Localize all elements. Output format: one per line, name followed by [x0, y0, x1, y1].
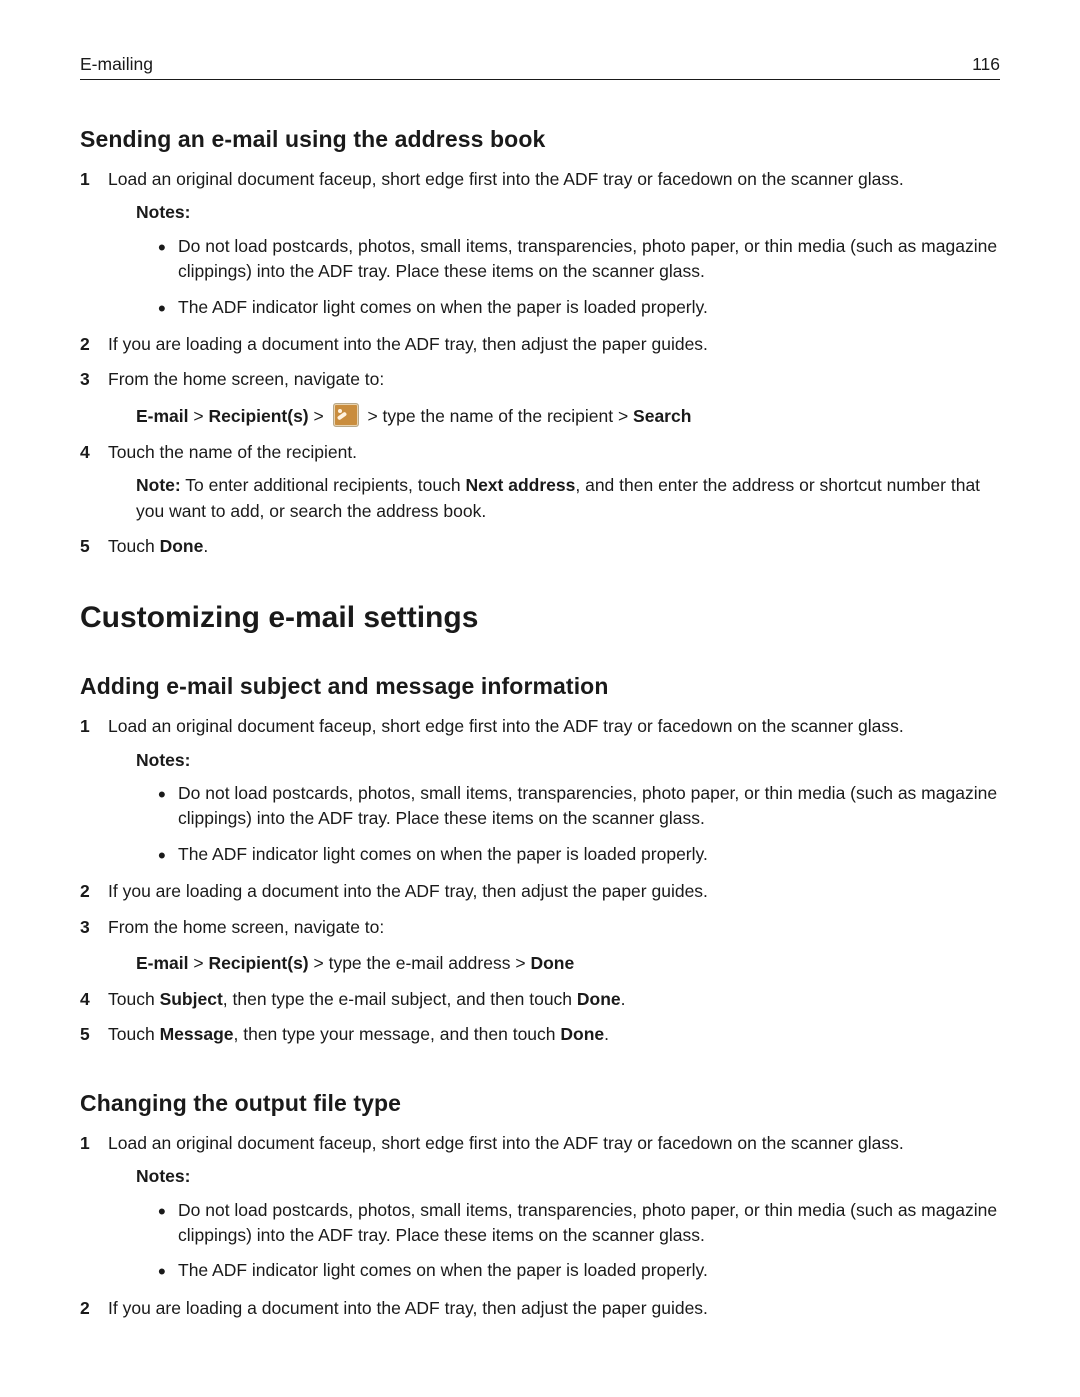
step-text: From the home screen, navigate to: [108, 917, 384, 937]
notes-label: Notes: [136, 1164, 1000, 1189]
heading-adding-subject-message: Adding e-mail subject and message inform… [80, 673, 1000, 700]
step: From the home screen, navigate to: E-mai… [80, 915, 1000, 978]
note-bold: Next address [465, 475, 575, 495]
header-page-number: 116 [972, 54, 1000, 75]
steps-list: Load an original document faceup, short … [80, 1131, 1000, 1321]
heading-changing-output-file-type: Changing the output file type [80, 1090, 1000, 1117]
step-text: , then type your message, and then touch [234, 1024, 561, 1044]
steps-list: Load an original document faceup, short … [80, 167, 1000, 559]
nav-search: Search [633, 406, 691, 426]
step-text: Load an original document faceup, short … [108, 716, 904, 736]
breadcrumb-nav: E-mail > Recipient(s) > type the e-mail … [136, 950, 1000, 977]
note-callout: Note: To enter additional recipients, to… [136, 473, 1000, 524]
step: If you are loading a document into the A… [80, 1296, 1000, 1321]
step-bold: Done [560, 1024, 604, 1044]
heading-sending-email-address-book: Sending an e-mail using the address book [80, 126, 1000, 153]
step: Load an original document faceup, short … [80, 167, 1000, 320]
notes-label: Notes: [136, 748, 1000, 773]
note-item: Do not load postcards, photos, small ite… [158, 781, 1000, 832]
note-lead: Note: [136, 475, 181, 495]
step-bold: Done [577, 989, 621, 1009]
page-header: E-mailing 116 [80, 54, 1000, 80]
step: Touch the name of the recipient. Note: T… [80, 440, 1000, 524]
notes-list: Do not load postcards, photos, small ite… [158, 1198, 1000, 1284]
step: Touch Subject, then type the e-mail subj… [80, 987, 1000, 1012]
step-text: . [604, 1024, 609, 1044]
step-text: From the home screen, navigate to: [108, 369, 384, 389]
nav-email: E-mail [136, 953, 189, 973]
nav-sep: > [189, 406, 209, 426]
breadcrumb-nav: E-mail > Recipient(s) > > type the name … [136, 403, 1000, 430]
step-text: Load an original document faceup, short … [108, 169, 904, 189]
nav-sep: > [189, 953, 209, 973]
steps-list: Load an original document faceup, short … [80, 714, 1000, 1048]
step-text: Touch [108, 536, 160, 556]
step: If you are loading a document into the A… [80, 879, 1000, 904]
note-item: The ADF indicator light comes on when th… [158, 295, 1000, 320]
header-section: E-mailing [80, 54, 153, 75]
nav-recipients: Recipient(s) [208, 406, 308, 426]
step: Touch Message, then type your message, a… [80, 1022, 1000, 1047]
step-text: , then type the e-mail subject, and then… [223, 989, 577, 1009]
nav-done: Done [530, 953, 574, 973]
step-bold: Message [160, 1024, 234, 1044]
nav-text: > type the e-mail address > [309, 953, 531, 973]
nav-recipients: Recipient(s) [208, 953, 308, 973]
step-text: Load an original document faceup, short … [108, 1133, 904, 1153]
step: From the home screen, navigate to: E-mai… [80, 367, 1000, 430]
nav-sep: > [309, 406, 329, 426]
step-bold: Done [160, 536, 204, 556]
note-text: To enter additional recipients, touch [181, 475, 466, 495]
step-text: Touch the name of the recipient. [108, 442, 357, 462]
step-text: Touch [108, 1024, 160, 1044]
note-item: The ADF indicator light comes on when th… [158, 842, 1000, 867]
step-text: . [621, 989, 626, 1009]
notes-list: Do not load postcards, photos, small ite… [158, 234, 1000, 320]
step-text: Touch [108, 989, 160, 1009]
note-item: The ADF indicator light comes on when th… [158, 1258, 1000, 1283]
heading-customizing-email-settings: Customizing e-mail settings [80, 601, 1000, 635]
address-book-icon [333, 403, 359, 427]
step: If you are loading a document into the A… [80, 332, 1000, 357]
note-item: Do not load postcards, photos, small ite… [158, 1198, 1000, 1249]
nav-email: E-mail [136, 406, 189, 426]
step-text: . [203, 536, 208, 556]
notes-list: Do not load postcards, photos, small ite… [158, 781, 1000, 867]
note-item: Do not load postcards, photos, small ite… [158, 234, 1000, 285]
step: Touch Done. [80, 534, 1000, 559]
nav-text: > type the name of the recipient > [363, 406, 633, 426]
step: Load an original document faceup, short … [80, 1131, 1000, 1284]
notes-label: Notes: [136, 200, 1000, 225]
step: Load an original document faceup, short … [80, 714, 1000, 867]
step-bold: Subject [160, 989, 223, 1009]
